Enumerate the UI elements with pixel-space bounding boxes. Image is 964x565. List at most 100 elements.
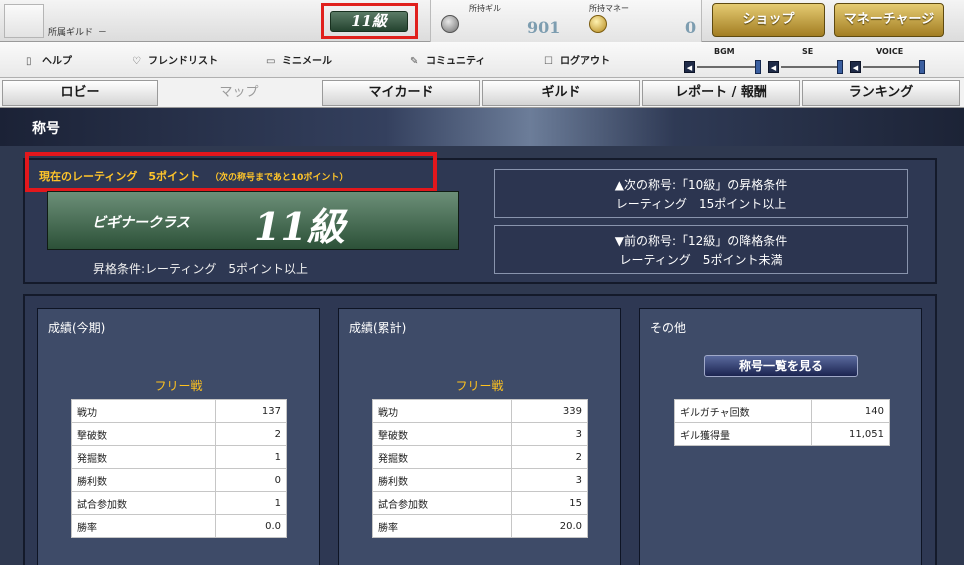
tab-guild[interactable]: ギルド	[482, 80, 640, 106]
logout-icon: ☐	[544, 56, 553, 67]
table-row: 戦功 137	[71, 399, 288, 423]
row-value: 137	[214, 399, 288, 423]
row-label: 戦功	[371, 399, 513, 423]
stats-other-title: その他	[650, 321, 687, 335]
bgm-knob[interactable]	[755, 60, 761, 74]
title-list-button[interactable]: 称号一覧を見る	[704, 355, 858, 377]
row-label: 勝率	[71, 514, 216, 538]
se-slider[interactable]: ◀	[768, 60, 848, 74]
shop-button[interactable]: ショップ	[712, 3, 825, 37]
table-row: 発掘数 2	[371, 445, 588, 469]
guild-value: －	[97, 28, 107, 38]
row-label: 試合参加数	[71, 491, 216, 515]
bgm-slider[interactable]: ◀	[684, 60, 766, 74]
friend-list-label: フレンドリスト	[148, 56, 218, 67]
row-label: 勝率	[371, 514, 513, 538]
community-link[interactable]: ✎ コミュニティ	[410, 52, 485, 67]
se-down-icon[interactable]: ◀	[768, 61, 779, 73]
utility-links: ▯ ヘルプ ♡ フレンドリスト ▭ ミニメール ✎ コミュニティ ☐ ログアウト BGM …	[0, 42, 964, 78]
voice-slider[interactable]: ◀	[850, 60, 930, 74]
row-value: 339	[511, 399, 588, 423]
mini-mail-link[interactable]: ▭ ミニメール	[266, 52, 332, 67]
stats-other-table: ギルガチャ回数 140 ギル獲得量 11,051	[674, 399, 891, 446]
gil-label: 所持ギル	[469, 4, 501, 13]
bgm-track	[697, 66, 755, 68]
next-title-condition: ▲次の称号:「10級」の昇格条件 レーティング 15ポイント以上	[494, 169, 908, 218]
wallet: 所持ギル 901 所持マネー 0	[430, 0, 702, 42]
table-row: ギル獲得量 11,051	[674, 422, 891, 446]
row-label: 勝利数	[371, 468, 513, 492]
mini-mail-label: ミニメール	[282, 56, 332, 67]
help-label: ヘルプ	[42, 56, 72, 67]
rating-to-next: （次の称号まであと10ポイント）	[210, 173, 349, 183]
voice-label: VOICE	[876, 47, 904, 56]
page-title-bar: 称号	[0, 108, 964, 146]
row-label: 撃破数	[71, 422, 216, 446]
row-label: ギルガチャ回数	[674, 399, 812, 423]
tab-my-card[interactable]: マイカード	[322, 80, 480, 106]
stats-period-mode: フリー戦	[154, 379, 203, 393]
help-icon: ▯	[26, 56, 32, 67]
mail-icon: ▭	[266, 56, 276, 67]
tab-ranking[interactable]: ランキング	[802, 80, 960, 106]
row-label: 発掘数	[71, 445, 216, 469]
row-value: 20.0	[511, 514, 588, 538]
se-knob[interactable]	[837, 60, 843, 74]
tab-map: マップ	[219, 85, 259, 100]
tab-lobby[interactable]: ロビー	[2, 80, 158, 106]
row-value: 140	[810, 399, 891, 423]
friend-list-link[interactable]: ♡ フレンドリスト	[132, 52, 218, 67]
guild-info: 所属ギルド －	[48, 25, 109, 38]
next-title-requirement: レーティング 15ポイント以上	[615, 197, 787, 211]
bgm-label: BGM	[714, 47, 735, 56]
tab-report-reward[interactable]: レポート / 報酬	[642, 80, 800, 106]
row-label: 戦功	[71, 399, 216, 423]
gil-coin-icon	[441, 15, 459, 33]
help-link[interactable]: ▯ ヘルプ	[26, 52, 72, 67]
se-label: SE	[802, 47, 814, 56]
rating-current: 現在のレーティング 5ポイント （次の称号まであと10ポイント）	[39, 168, 348, 184]
gil-value: 901	[527, 18, 561, 37]
logout-link[interactable]: ☐ ログアウト	[544, 52, 610, 67]
row-value: 1	[214, 445, 288, 469]
prev-title-heading: ▼前の称号:「12級」の降格条件	[614, 234, 788, 248]
top-bar: 所属ギルド － 11級 所持ギル 901 所持マネー 0 ショップ マネーチャー…	[0, 0, 964, 42]
rating-highlight: 現在のレーティング 5ポイント （次の称号まであと10ポイント）	[25, 152, 437, 192]
money-coin-icon	[589, 15, 607, 33]
stats-other-card: その他 称号一覧を見る ギルガチャ回数 140 ギル獲得量 11,051	[639, 308, 922, 565]
row-value: 3	[511, 422, 588, 446]
bgm-down-icon[interactable]: ◀	[684, 61, 695, 73]
row-value: 2	[214, 422, 288, 446]
row-value: 11,051	[810, 422, 891, 446]
money-charge-button[interactable]: マネーチャージ	[834, 3, 944, 37]
main-tabs: ロビー マップ マイカード ギルド レポート / 報酬 ランキング	[0, 78, 964, 108]
community-label: コミュニティ	[426, 56, 486, 67]
stats-period-title: 成績(今期)	[48, 321, 106, 335]
class-rank: 11級	[254, 204, 345, 249]
stats-period-card: 成績(今期) フリー戦 戦功 137 撃破数 2 発掘数 1 勝利数 0 試合参加数 1 …	[37, 308, 320, 565]
guild-label: 所属ギルド	[48, 28, 94, 38]
row-label: 発掘数	[371, 445, 513, 469]
voice-down-icon[interactable]: ◀	[850, 61, 861, 73]
money-label: 所持マネー	[589, 4, 629, 13]
table-row: 撃破数 3	[371, 422, 588, 446]
row-label: 撃破数	[371, 422, 513, 446]
avatar	[4, 4, 44, 38]
stats-period-table: 戦功 137 撃破数 2 発掘数 1 勝利数 0 試合参加数 1 勝率 0.0	[71, 399, 288, 538]
page-title: 称号	[32, 121, 60, 137]
voice-knob[interactable]	[919, 60, 925, 74]
prev-title-condition: ▼前の称号:「12級」の降格条件 レーティング 5ポイント未満	[494, 225, 908, 274]
table-row: 勝利数 0	[71, 468, 288, 492]
community-icon: ✎	[410, 56, 419, 67]
table-row: 発掘数 1	[71, 445, 288, 469]
class-plate: ビギナークラス 11級	[47, 191, 459, 250]
stats-total-mode: フリー戦	[455, 379, 504, 393]
logout-label: ログアウト	[560, 56, 610, 67]
prev-title-requirement: レーティング 5ポイント未満	[619, 253, 783, 267]
row-value: 15	[511, 491, 588, 515]
stats-total-title: 成績(累計)	[349, 321, 407, 335]
row-value: 3	[511, 468, 588, 492]
row-label: 勝利数	[71, 468, 216, 492]
table-row: 戦功 339	[371, 399, 588, 423]
money-value: 0	[685, 18, 697, 37]
